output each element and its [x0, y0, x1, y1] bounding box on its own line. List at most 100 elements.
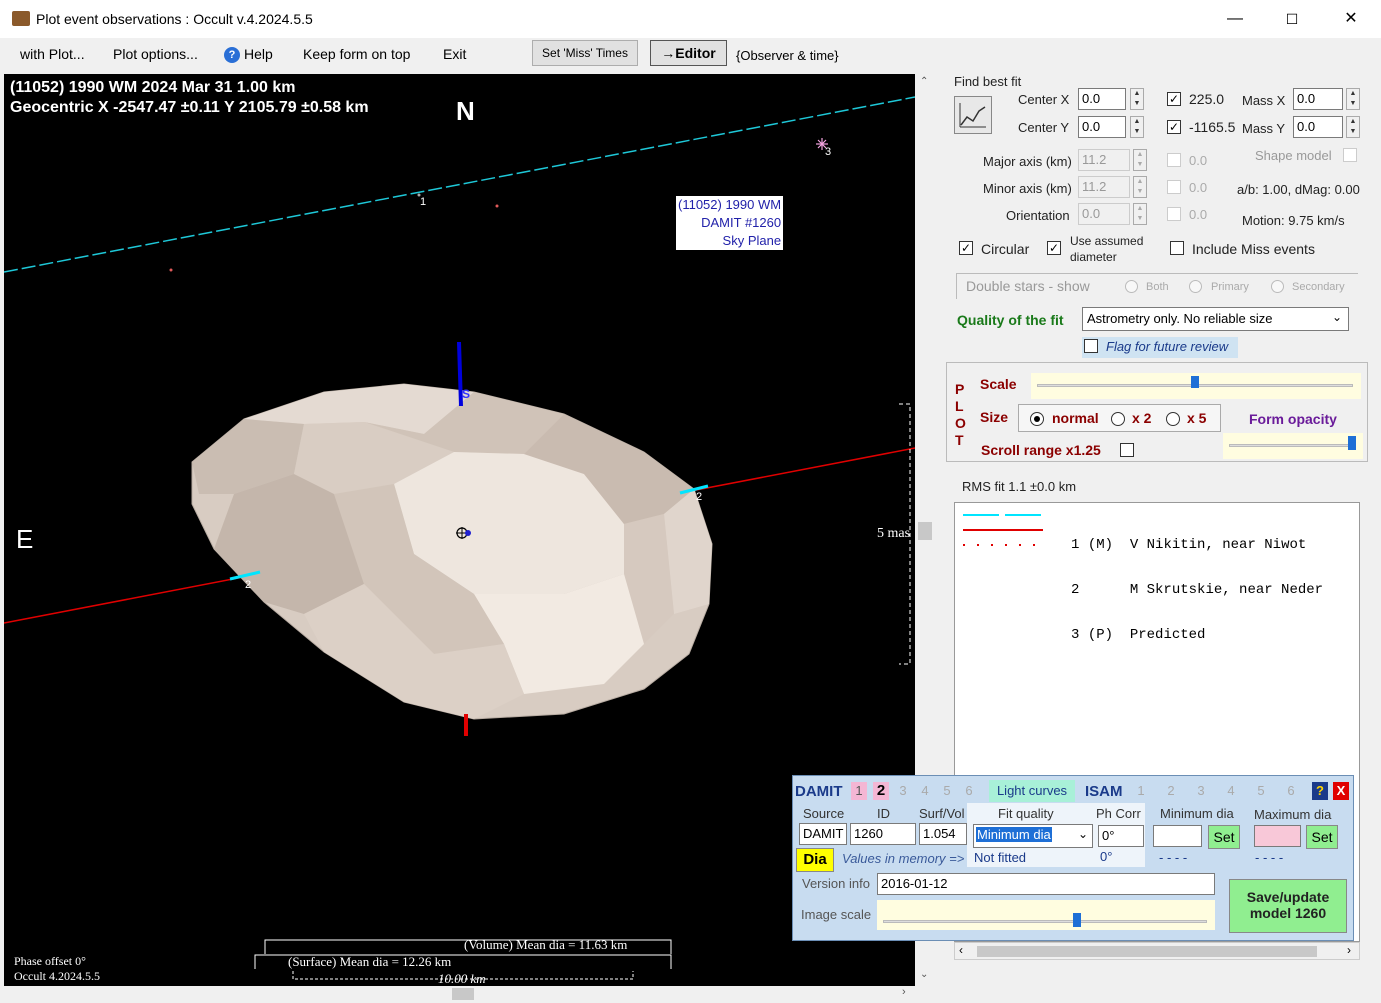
center-y-spinner[interactable]: ▲ ▼ — [1130, 116, 1144, 138]
image-scale-label: Image scale — [801, 907, 872, 922]
orientation-spinner[interactable]: ▲ ▼ — [1133, 203, 1147, 225]
surfvol-field[interactable]: 1.054 — [919, 823, 967, 845]
circular-checkbox[interactable]: ✓ — [959, 241, 973, 255]
include-miss-checkbox[interactable] — [1170, 241, 1184, 255]
image-scale-slider[interactable] — [877, 900, 1215, 930]
menu-with-plot[interactable]: with Plot... — [20, 46, 85, 62]
max-dia-set-button[interactable]: Set — [1306, 825, 1338, 849]
damit-tab-1[interactable]: 1 — [851, 782, 867, 800]
center-x-input[interactable]: 0.0 — [1078, 88, 1126, 110]
damit-tab-6[interactable]: 6 — [961, 782, 977, 800]
save-update-model-button[interactable]: Save/update model 1260 — [1229, 879, 1347, 933]
size-normal-radio[interactable] — [1030, 412, 1044, 426]
use-assumed-checkbox[interactable]: ✓ — [1047, 241, 1061, 255]
maximize-icon[interactable]: ☐ — [1281, 8, 1303, 30]
center-y-input[interactable]: 0.0 — [1078, 116, 1126, 138]
plot-letter-p: P — [955, 381, 965, 397]
minor-axis-spinner[interactable]: ▲ ▼ — [1133, 176, 1147, 198]
source-field[interactable]: DAMIT — [799, 823, 847, 845]
rms-fit: RMS fit 1.1 ±0.0 km — [962, 479, 1077, 494]
mass-y-input[interactable]: 0.0 — [1293, 116, 1343, 138]
major-axis-input[interactable]: 11.2 — [1078, 149, 1130, 171]
scroll-range-checkbox[interactable] — [1120, 443, 1134, 457]
orientation-input[interactable]: 0.0 — [1078, 203, 1130, 225]
ph-corr-field[interactable]: 0° — [1098, 825, 1144, 847]
menu-keep-on-top[interactable]: Keep form on top — [303, 46, 410, 62]
mass-y-spinner[interactable]: ▲ ▼ — [1346, 116, 1360, 138]
damit-tab-4[interactable]: 4 — [917, 782, 933, 800]
legend-hscroll-thumb[interactable] — [977, 946, 1317, 957]
orientation-lock-checkbox[interactable] — [1167, 207, 1181, 221]
damit-close-button[interactable]: X — [1333, 782, 1349, 800]
model-number-label: model 1260 — [1249, 905, 1327, 921]
size-x5-label: x 5 — [1187, 410, 1207, 426]
minor-lock-checkbox[interactable] — [1167, 180, 1181, 194]
menu-help[interactable]: ? Help — [224, 46, 273, 64]
fit-quality-select[interactable]: Minimum dia ⌄ — [973, 824, 1093, 848]
isam-tab-4[interactable]: 4 — [1223, 782, 1239, 800]
min-dia-set-button[interactable]: Set — [1208, 825, 1240, 849]
sky-plane-label: Sky Plane — [722, 233, 782, 248]
max-dia-field[interactable] — [1254, 825, 1301, 847]
set-miss-times-button[interactable]: Set 'Miss' Times — [532, 40, 638, 66]
min-dia-field[interactable] — [1153, 825, 1202, 847]
minor-axis-input[interactable]: 11.2 — [1078, 176, 1130, 198]
minimize-icon[interactable]: — — [1224, 8, 1246, 30]
opacity-slider-thumb[interactable] — [1348, 436, 1357, 450]
plot-letter-t: T — [955, 432, 964, 448]
light-curves-button[interactable]: Light curves — [989, 780, 1075, 802]
y-lock-checkbox[interactable]: ✓ — [1167, 120, 1181, 134]
ab-dmag: a/b: 1.00, dMag: 0.00 — [1237, 182, 1360, 197]
legend-scroll-left-icon[interactable]: ‹ — [959, 943, 963, 957]
scale-slider[interactable] — [1031, 373, 1361, 399]
major-axis-spinner[interactable]: ▲ ▼ — [1133, 149, 1147, 171]
isam-tab-1[interactable]: 1 — [1133, 782, 1149, 800]
image-scale-thumb[interactable] — [1073, 913, 1082, 927]
both-radio[interactable] — [1125, 280, 1138, 293]
quality-select[interactable]: Astrometry only. No reliable size ⌄ — [1082, 307, 1349, 331]
shape-model-checkbox[interactable] — [1343, 148, 1357, 162]
isam-tab-3[interactable]: 3 — [1193, 782, 1209, 800]
damit-tab-5[interactable]: 5 — [939, 782, 955, 800]
plot-settings-group: P L O T Scale Size normal x 2 x 5 Form o… — [946, 362, 1368, 462]
scroll-up-icon[interactable]: ⌃ — [920, 76, 928, 87]
menu-plot-options[interactable]: Plot options... — [113, 46, 198, 62]
legend-hscrollbar[interactable]: ‹ › — [954, 942, 1360, 960]
find-best-fit-button[interactable] — [954, 96, 992, 134]
damit-help-button[interactable]: ? — [1312, 782, 1328, 800]
dia-button[interactable]: Dia — [796, 848, 834, 872]
major-lock-checkbox[interactable] — [1167, 153, 1181, 167]
isam-tab-5[interactable]: 5 — [1253, 782, 1269, 800]
center-x-spinner[interactable]: ▲ ▼ — [1130, 88, 1144, 110]
scroll-right-icon[interactable]: › — [902, 986, 906, 998]
legend-scroll-right-icon[interactable]: › — [1347, 943, 1351, 957]
isam-tab-6[interactable]: 6 — [1283, 782, 1299, 800]
close-icon[interactable]: ✕ — [1340, 8, 1362, 30]
scroll-down-icon[interactable]: ⌄ — [920, 969, 928, 980]
size-x5-radio[interactable] — [1166, 412, 1180, 426]
damit-tab-3[interactable]: 3 — [895, 782, 911, 800]
mass-x-spinner[interactable]: ▲ ▼ — [1346, 88, 1360, 110]
observer-time-button[interactable]: {Observer & time} — [736, 48, 839, 63]
id-field[interactable]: 1260 — [850, 823, 916, 845]
size-label: Size — [980, 409, 1009, 425]
editor-button[interactable]: →Editor — [650, 40, 727, 66]
size-normal-label: normal — [1052, 410, 1099, 426]
isam-tab-2[interactable]: 2 — [1163, 782, 1179, 800]
menu-exit[interactable]: Exit — [443, 46, 466, 62]
plot-canvas[interactable]: (11052) 1990 WM 2024 Mar 31 1.00 km Geoc… — [4, 74, 915, 986]
damit-tab-2[interactable]: 2 — [873, 782, 889, 800]
secondary-radio[interactable] — [1271, 280, 1284, 293]
opacity-slider[interactable] — [1223, 433, 1363, 459]
scroll-thumb[interactable] — [918, 522, 932, 540]
size-x2-radio[interactable] — [1111, 412, 1125, 426]
include-miss-label: Include Miss events — [1192, 241, 1315, 257]
primary-radio[interactable] — [1189, 280, 1202, 293]
flag-review-checkbox[interactable] — [1084, 339, 1098, 353]
plot-horizontal-scrollbar[interactable]: › — [4, 986, 915, 1002]
scale-slider-thumb[interactable] — [1191, 376, 1199, 388]
mass-x-input[interactable]: 0.0 — [1293, 88, 1343, 110]
x-lock-checkbox[interactable]: ✓ — [1167, 92, 1181, 106]
version-info-field[interactable]: 2016-01-12 — [877, 873, 1215, 895]
hscroll-thumb[interactable] — [452, 988, 474, 1000]
